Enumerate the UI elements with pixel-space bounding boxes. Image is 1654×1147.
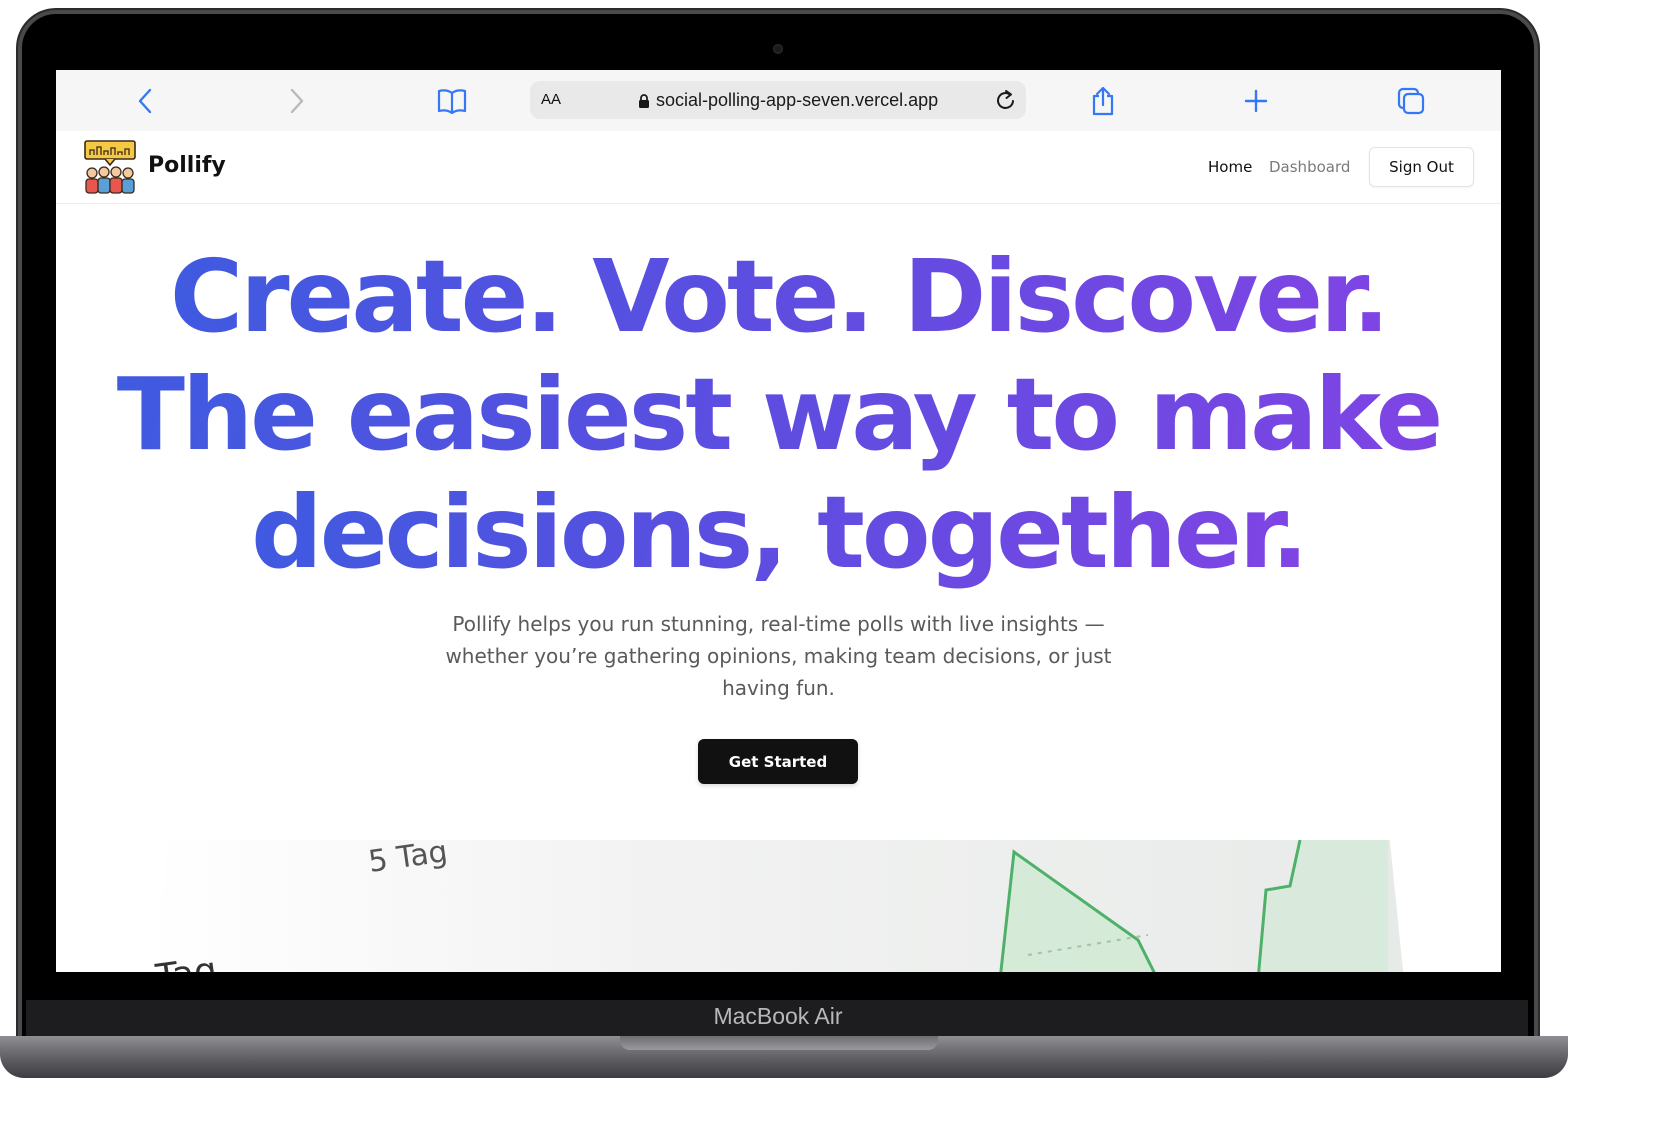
preview-chart-illustration: 5 Tag Tag bbox=[153, 840, 1388, 972]
url-text: social-polling-app-seven.vercel.app bbox=[656, 90, 939, 110]
text-size-button[interactable]: AA bbox=[541, 91, 561, 108]
nav-link-dashboard[interactable]: Dashboard bbox=[1269, 158, 1350, 176]
lock-icon bbox=[639, 93, 649, 108]
get-started-button[interactable]: Get Started bbox=[698, 739, 858, 784]
preview-label-tag: Tag bbox=[153, 950, 220, 972]
tabs-icon[interactable] bbox=[1394, 84, 1428, 118]
webcam bbox=[773, 44, 783, 54]
brand-name[interactable]: Pollify bbox=[148, 153, 226, 178]
preview-label-5tag: 5 Tag bbox=[366, 840, 450, 880]
plus-icon[interactable] bbox=[1239, 84, 1273, 118]
browser-toolbar: AA social-polling-app-seven.vercel.app bbox=[56, 70, 1501, 132]
app-navbar: Pollify Home Dashboard Sign Out bbox=[56, 131, 1501, 204]
sign-out-button[interactable]: Sign Out bbox=[1369, 147, 1474, 187]
hero-heading: Create. Vote. Discover. The easiest way … bbox=[56, 238, 1501, 592]
hero-line-3: decisions, together. bbox=[251, 474, 1309, 591]
device-label: MacBook Air bbox=[713, 1003, 843, 1029]
hero-line-2: The easiest way to make bbox=[116, 356, 1444, 473]
laptop-notch bbox=[620, 1036, 938, 1050]
pollify-logo[interactable] bbox=[83, 139, 139, 195]
chevron-left-icon[interactable] bbox=[128, 84, 162, 118]
hero-subtitle: Pollify helps you run stunning, real-tim… bbox=[445, 612, 1112, 700]
reload-icon[interactable] bbox=[994, 87, 1018, 117]
nav-link-home[interactable]: Home bbox=[1208, 158, 1252, 176]
hero-line-1: Create. Vote. Discover. bbox=[169, 238, 1390, 355]
screen: AA social-polling-app-seven.vercel.app P… bbox=[56, 70, 1501, 972]
chevron-right-icon[interactable] bbox=[280, 84, 314, 118]
address-bar[interactable]: AA social-polling-app-seven.vercel.app bbox=[530, 81, 1026, 119]
share-icon[interactable] bbox=[1086, 84, 1120, 118]
book-icon[interactable] bbox=[435, 84, 469, 118]
